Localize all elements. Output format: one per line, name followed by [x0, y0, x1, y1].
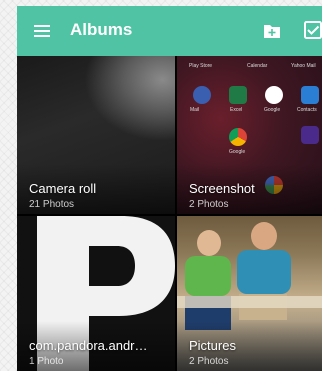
album-name: com.pandora.andr…	[29, 338, 148, 353]
album-name: Pictures	[189, 338, 236, 353]
new-folder-icon[interactable]	[263, 23, 281, 39]
app-label: Google	[229, 149, 246, 155]
app-label: Excel	[230, 107, 243, 113]
excel-app-icon	[229, 86, 247, 104]
album-count: 21 Photos	[29, 199, 75, 210]
album-tile-camera-roll[interactable]: Camera roll 21 Photos	[17, 56, 175, 214]
app-label: Mail	[190, 107, 200, 113]
chrome-app-icon	[229, 128, 247, 146]
chair-arm	[177, 296, 322, 308]
app-label: Google	[264, 107, 281, 113]
album-count: 2 Photos	[189, 199, 229, 210]
child-photo-right-shirt	[237, 250, 291, 294]
app-label: Calendar	[247, 63, 268, 69]
album-tile-pictures[interactable]: Pictures 2 Photos	[177, 216, 322, 371]
album-tile-pandora[interactable]: com.pandora.andr… 1 Photo	[17, 216, 175, 371]
music-app-icon	[301, 126, 319, 144]
child-photo-left-shirt	[185, 256, 231, 296]
album-tile-screenshot[interactable]: Play Store Calendar Yahoo Mail Mail Exce…	[177, 56, 322, 214]
album-count: 1 Photo	[29, 356, 64, 367]
album-name: Screenshot	[189, 181, 255, 196]
settings-app-icon	[193, 86, 211, 104]
page-title: Albums	[70, 20, 133, 39]
check-box-icon[interactable]	[304, 21, 322, 39]
albums-screen: Albums Camera roll 21 Photos Play Store …	[17, 6, 322, 371]
app-label: Contacts	[297, 107, 317, 113]
child-photo-left	[197, 230, 221, 256]
google-app-icon	[265, 86, 283, 104]
child-photo-right	[251, 222, 277, 250]
album-count: 2 Photos	[189, 356, 229, 367]
album-name: Camera roll	[29, 181, 97, 196]
app-bar: Albums	[17, 6, 322, 56]
app-label: Yahoo Mail	[291, 63, 316, 69]
menu-icon[interactable]	[34, 25, 50, 38]
app-label: Play Store	[189, 63, 213, 69]
contacts-app-icon	[301, 86, 319, 104]
